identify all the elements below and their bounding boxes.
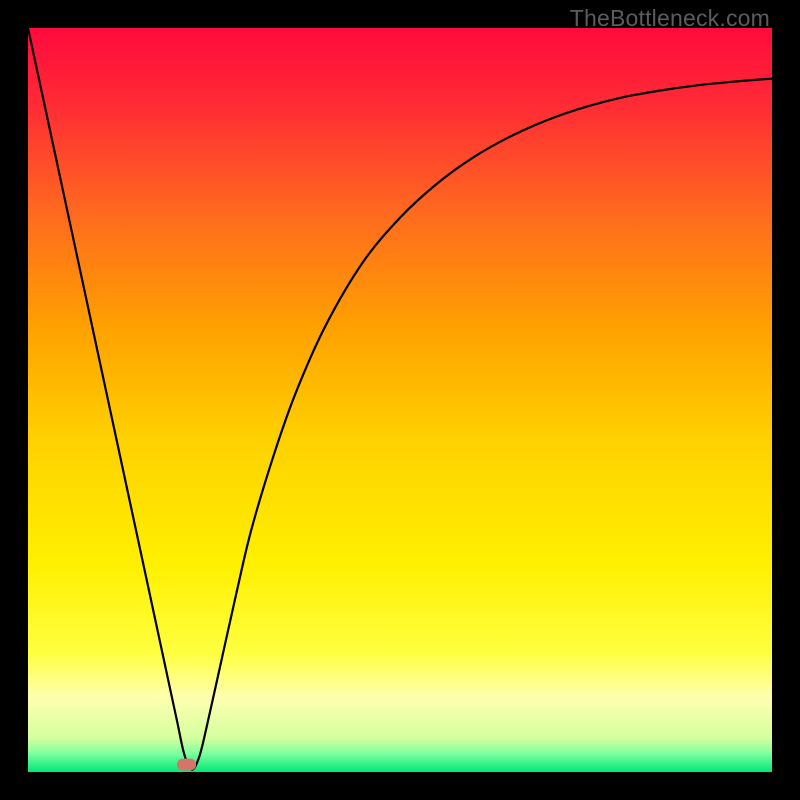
chart-frame	[28, 28, 772, 772]
bottleneck-chart	[28, 28, 772, 772]
gradient-background	[28, 28, 772, 772]
optimum-marker	[177, 759, 196, 771]
watermark-text: TheBottleneck.com	[570, 5, 770, 32]
